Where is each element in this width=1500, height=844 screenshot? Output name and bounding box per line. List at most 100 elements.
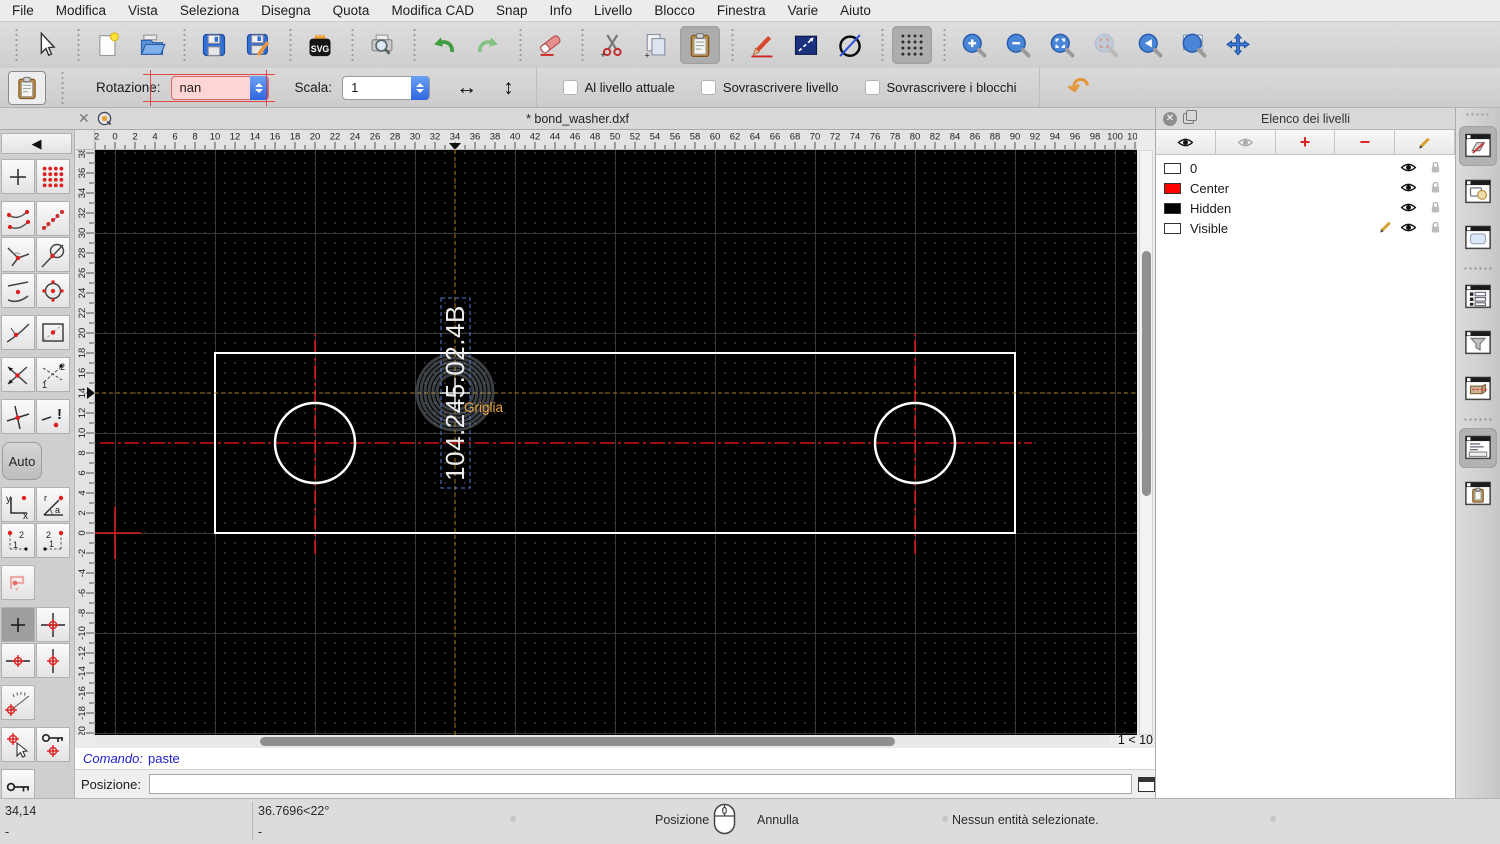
copy-button[interactable]: + bbox=[636, 26, 676, 64]
free-snap-button[interactable] bbox=[1, 159, 35, 194]
checkbox-overwrite-blocks[interactable]: Sovrascrivere i blocchi bbox=[864, 80, 1017, 95]
menu-item-finestra[interactable]: Finestra bbox=[717, 3, 766, 18]
layer-visibility-icon[interactable] bbox=[1400, 201, 1417, 216]
paste-button[interactable] bbox=[680, 26, 720, 64]
open-file-button[interactable] bbox=[132, 26, 172, 64]
layer-visibility-icon[interactable] bbox=[1400, 221, 1417, 236]
eraser-button[interactable] bbox=[530, 26, 570, 64]
layer-lock-icon[interactable] bbox=[1430, 200, 1441, 217]
print-preview-button[interactable] bbox=[362, 26, 402, 64]
property-editor-toggle-button[interactable] bbox=[1459, 277, 1497, 317]
menu-item-livello[interactable]: Livello bbox=[594, 3, 632, 18]
relative-cartesian-button[interactable]: 12 bbox=[1, 523, 35, 558]
red-pencil-button[interactable] bbox=[742, 26, 782, 64]
command-popout-button[interactable] bbox=[1138, 776, 1155, 792]
pan-button[interactable] bbox=[1218, 26, 1258, 64]
grid-toggle-button[interactable] bbox=[892, 26, 932, 64]
layer-lock-icon[interactable] bbox=[1430, 180, 1441, 197]
scale-combobox[interactable]: 1 bbox=[342, 75, 431, 100]
back-button[interactable]: ◀ bbox=[1, 133, 72, 154]
perpendicular-snap-button[interactable] bbox=[1, 237, 35, 272]
vertical-scrollbar[interactable] bbox=[1139, 150, 1153, 735]
zoom-window-button[interactable] bbox=[1174, 26, 1214, 64]
flip-horizontal-button[interactable]: ↔ bbox=[456, 76, 477, 100]
new-file-button[interactable] bbox=[88, 26, 128, 64]
cut-button[interactable]: + bbox=[592, 26, 632, 64]
checkbox-current-layer[interactable]: Al livello attuale bbox=[562, 80, 675, 95]
menu-item-vista[interactable]: Vista bbox=[128, 3, 158, 18]
document-title[interactable]: * bond_washer.dxf bbox=[0, 112, 1155, 126]
drawing-preferences-button[interactable] bbox=[786, 26, 826, 64]
layer-row[interactable]: Center bbox=[1156, 178, 1455, 198]
relative-polar-button[interactable]: 21 bbox=[36, 523, 70, 558]
spinner-arrows-icon[interactable] bbox=[411, 75, 430, 100]
checkbox-box[interactable] bbox=[562, 80, 578, 95]
restrict-angle-button[interactable] bbox=[1, 685, 35, 720]
layer-list-toggle-button[interactable] bbox=[1459, 126, 1497, 166]
checkbox-box[interactable] bbox=[700, 80, 716, 95]
restrict-horizontal-button[interactable] bbox=[1, 643, 35, 678]
lock-relative-zero-button[interactable] bbox=[36, 727, 70, 762]
restrict-vertical-button[interactable] bbox=[36, 643, 70, 678]
command-line-toggle-button[interactable] bbox=[1459, 428, 1497, 468]
layer-row[interactable]: 0 bbox=[1156, 158, 1455, 178]
restrict-none-button[interactable] bbox=[1, 607, 35, 642]
save-as-button[interactable] bbox=[238, 26, 278, 64]
menu-item-disegna[interactable]: Disegna bbox=[261, 3, 311, 18]
svg-export-button[interactable]: SVG bbox=[300, 26, 340, 64]
viewports-toggle-button[interactable] bbox=[1459, 218, 1497, 258]
menu-item-quota[interactable]: Quota bbox=[333, 3, 370, 18]
menu-item-blocco[interactable]: Blocco bbox=[654, 3, 695, 18]
layer-lock-icon[interactable] bbox=[1430, 220, 1441, 237]
zoom-auto-button[interactable] bbox=[1042, 26, 1082, 64]
active-paste-tool-button[interactable] bbox=[8, 70, 46, 105]
clipboard-panel-toggle-button[interactable] bbox=[1459, 474, 1497, 514]
point-snap-button[interactable]: ! bbox=[36, 399, 70, 434]
selection-filter-toggle-button[interactable] bbox=[1459, 323, 1497, 363]
flip-vertical-button[interactable]: ↕ bbox=[503, 76, 514, 100]
layer-row[interactable]: Hidden bbox=[1156, 198, 1455, 218]
restrict-orthogonal-button[interactable] bbox=[36, 607, 70, 642]
edit-layer-button[interactable] bbox=[1395, 130, 1455, 154]
layer-lock-icon[interactable] bbox=[1430, 160, 1441, 177]
menu-item-seleziona[interactable]: Seleziona bbox=[180, 3, 239, 18]
coordinate-polar-button[interactable]: ra bbox=[36, 487, 70, 522]
zoom-previous-button[interactable] bbox=[1130, 26, 1170, 64]
menu-item-varie[interactable]: Varie bbox=[788, 3, 819, 18]
menu-item-aiuto[interactable]: Aiuto bbox=[840, 3, 871, 18]
checkbox-overwrite-layer[interactable]: Sovrascrivere livello bbox=[700, 80, 839, 95]
block-list-toggle-button[interactable] bbox=[1459, 172, 1497, 212]
zoom-selection-button[interactable] bbox=[1086, 26, 1126, 64]
add-layer-button[interactable]: + bbox=[1275, 130, 1336, 154]
center-snap-button[interactable] bbox=[36, 273, 70, 308]
menu-item-info[interactable]: Info bbox=[550, 3, 573, 18]
menu-item-file[interactable]: File bbox=[12, 3, 34, 18]
reference-snap-button[interactable] bbox=[36, 315, 70, 350]
coordinate-cartesian-button[interactable]: yx bbox=[1, 487, 35, 522]
circle-line-button[interactable] bbox=[830, 26, 870, 64]
reset-rotation-icon[interactable]: ↶ bbox=[1065, 70, 1092, 104]
entity-points-snap-button[interactable] bbox=[36, 201, 70, 236]
checkbox-box[interactable] bbox=[864, 80, 880, 95]
auto-snap-button[interactable]: Auto bbox=[2, 442, 42, 480]
pointer-button[interactable] bbox=[26, 26, 66, 64]
menu-item-modifica-cad[interactable]: Modifica CAD bbox=[391, 3, 474, 18]
layer-row[interactable]: Visible bbox=[1156, 218, 1455, 238]
restriction-off-button[interactable] bbox=[1, 565, 35, 600]
undo-button[interactable] bbox=[424, 26, 464, 64]
remove-layer-button[interactable]: − bbox=[1335, 130, 1396, 154]
spinner-arrows-icon[interactable] bbox=[249, 75, 268, 100]
drawing-viewport[interactable]: 104.245.02.4BGriglia bbox=[95, 150, 1137, 735]
cross-snap-button[interactable] bbox=[1, 399, 35, 434]
menu-item-modifica[interactable]: Modifica bbox=[56, 3, 106, 18]
menu-item-snap[interactable]: Snap bbox=[496, 3, 528, 18]
endpoints-snap-button[interactable] bbox=[1, 201, 35, 236]
library-browser-toggle-button[interactable] bbox=[1459, 369, 1497, 409]
tangential-snap-button[interactable] bbox=[36, 237, 70, 272]
middle-snap-button[interactable] bbox=[1, 273, 35, 308]
scrollbar-thumb[interactable] bbox=[1142, 251, 1151, 496]
scrollbar-thumb[interactable] bbox=[260, 737, 895, 746]
layer-visibility-icon[interactable] bbox=[1400, 181, 1417, 196]
intersection-snap-button[interactable] bbox=[1, 357, 35, 392]
position-input[interactable] bbox=[148, 774, 1133, 794]
